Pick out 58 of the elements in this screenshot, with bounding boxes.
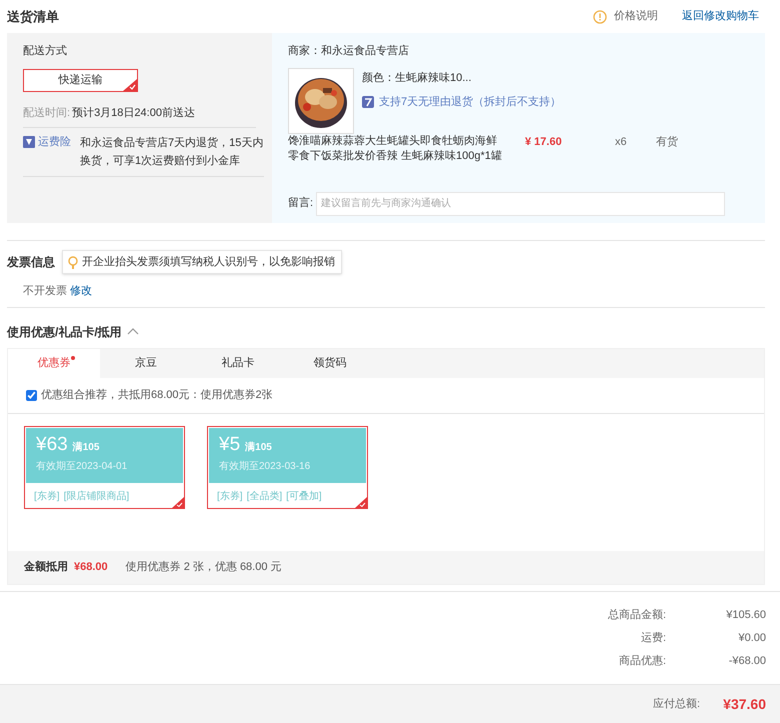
checkbox-label: 优惠组合推荐，共抵用68.00元：使用优惠券2张 xyxy=(41,388,273,403)
coupon-threshold: 满105 xyxy=(72,440,100,454)
product-quantity: x6 xyxy=(615,134,628,150)
coupon-amount: ¥5 xyxy=(219,434,240,456)
section-title: 发票信息 xyxy=(7,254,55,271)
shipping-method-button[interactable]: 快递运输 xyxy=(23,68,138,92)
note-input[interactable]: 建议留言前先与商家沟通确认 xyxy=(316,192,726,216)
field-label: 留言: xyxy=(288,196,314,212)
check-corner-icon xyxy=(172,496,184,508)
coupon-threshold: 满105 xyxy=(245,440,272,454)
price-note-link[interactable]: 价格说明 xyxy=(614,8,658,25)
stock-status: 有货 xyxy=(656,134,678,150)
total-value: ¥0.00 xyxy=(737,630,766,646)
payable-label: 应付总额: xyxy=(652,696,700,712)
insurance-description: 和永运食品专营店7天内退货，15天内换货，可享1次运费赔付到小金库 xyxy=(80,136,264,169)
coupon-tag: [东券] xyxy=(34,488,60,504)
total-value: -¥68.00 xyxy=(728,654,766,668)
delivery-time: 预计3月18日24:00前送达 xyxy=(72,106,195,120)
back-to-cart-link[interactable]: 返回修改购物车 xyxy=(682,8,759,25)
payable-amount: ¥37.60 xyxy=(722,694,766,714)
section-title: 使用优惠/礼品卡/抵用 xyxy=(7,324,122,340)
check-corner-icon xyxy=(355,496,367,508)
coupon-tag: [限店铺限商品] xyxy=(64,488,130,504)
edit-invoice-link[interactable]: 修改 xyxy=(70,283,92,300)
return-policy: 支持7天无理由退货（拆封后不支持） xyxy=(379,95,562,110)
info-icon xyxy=(593,10,607,24)
coupon-tag: [可叠加] xyxy=(286,488,322,504)
tab[interactable]: 优惠券 xyxy=(8,348,100,378)
shop-name: 商家：和永运食品专营店 xyxy=(288,44,410,59)
total-label: 运费: xyxy=(640,630,666,646)
summary-text: 使用优惠券 2 张，优惠 68.00 元 xyxy=(126,560,282,575)
coupon-tag: [全品类] xyxy=(246,488,282,504)
invoice-status: 不开发票 xyxy=(23,284,67,299)
coupon-validity: 有效期至2023-04-01 xyxy=(36,460,128,474)
coupon-tag: [东券] xyxy=(217,488,243,504)
product-name: 馋淮喵麻辣蒜蓉大生蚝罐头即食牡蛎肉海鲜零食下饭菜批发价香辣 生蚝麻辣味100g*1罐 xyxy=(288,134,503,164)
coupon-amount: ¥63 xyxy=(36,434,68,456)
summary-amount: ¥68.00 xyxy=(74,560,108,575)
insurance-label: 运费险 xyxy=(38,135,71,150)
product-price: ¥ 17.60 xyxy=(525,134,563,150)
tab[interactable]: 礼品卡 xyxy=(192,348,284,378)
selected-corner-icon xyxy=(123,78,137,90)
tab[interactable]: 京豆 xyxy=(100,348,192,378)
product-spec: 颜色：生蚝麻辣味10... xyxy=(362,70,472,86)
field-label: 配送时间: xyxy=(23,106,70,120)
total-label: 商品优惠: xyxy=(618,654,666,668)
field-label: 配送方式 xyxy=(23,44,68,59)
tip-text: 开企业抬头发票须填写纳税人识别号，以免影响报销 xyxy=(82,254,335,270)
tab[interactable]: 领货码 xyxy=(284,348,376,378)
section-title: 送货清单 xyxy=(7,8,59,26)
total-value: ¥105.60 xyxy=(725,608,766,622)
coupon-validity: 有效期至2023-03-16 xyxy=(219,460,312,474)
checkbox[interactable] xyxy=(26,390,37,400)
return-badge-icon xyxy=(362,96,374,108)
summary-label: 金额抵用 xyxy=(24,560,68,575)
total-label: 总商品金额: xyxy=(608,608,666,622)
lightbulb-icon xyxy=(68,256,78,268)
shield-icon xyxy=(23,136,35,148)
